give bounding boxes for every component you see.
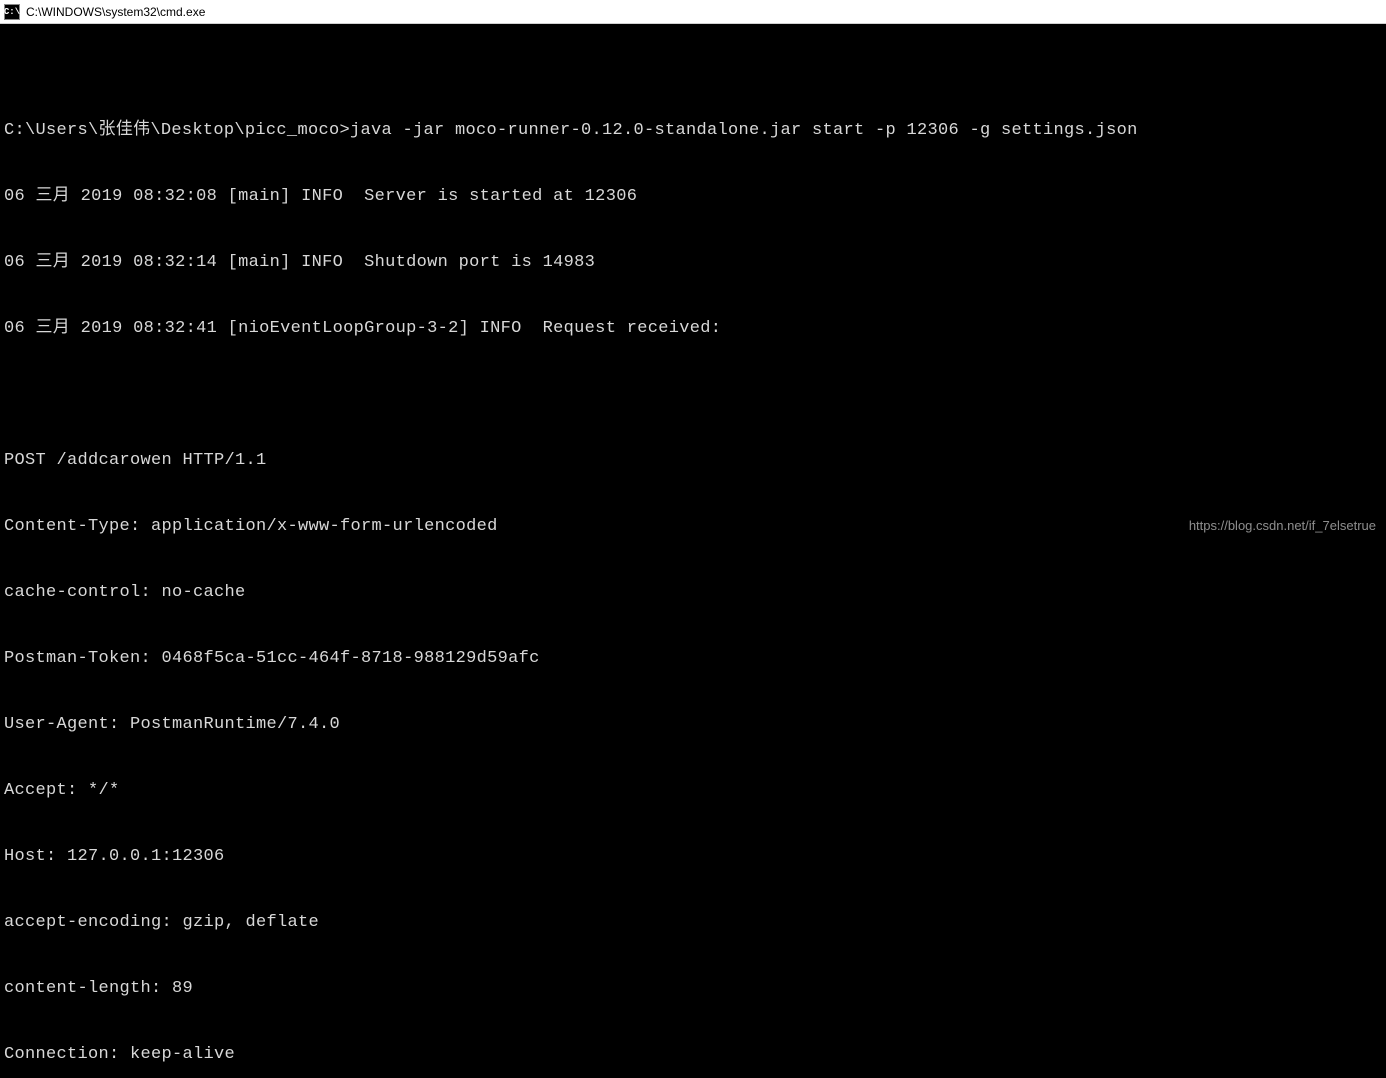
terminal-line: Content-Type: application/x-www-form-url… — [4, 516, 1382, 538]
window-title-bar: C:\ C:\WINDOWS\system32\cmd.exe — [0, 0, 1386, 24]
watermark-text: https://blog.csdn.net/if_7elsetrue — [1189, 518, 1376, 533]
terminal-line: 06 三月 2019 08:32:14 [main] INFO Shutdown… — [4, 252, 1382, 274]
terminal-blank — [4, 384, 1382, 406]
terminal-line: Accept: */* — [4, 780, 1382, 802]
cmd-icon: C:\ — [4, 4, 20, 20]
terminal-line: accept-encoding: gzip, deflate — [4, 912, 1382, 934]
terminal-line: Postman-Token: 0468f5ca-51cc-464f-8718-9… — [4, 648, 1382, 670]
terminal-line: 06 三月 2019 08:32:08 [main] INFO Server i… — [4, 186, 1382, 208]
terminal-line: cache-control: no-cache — [4, 582, 1382, 604]
terminal-line: Host: 127.0.0.1:12306 — [4, 846, 1382, 868]
terminal-line: Connection: keep-alive — [4, 1044, 1382, 1066]
terminal-line: content-length: 89 — [4, 978, 1382, 1000]
terminal-line: 06 三月 2019 08:32:41 [nioEventLoopGroup-3… — [4, 318, 1382, 340]
terminal-line: User-Agent: PostmanRuntime/7.4.0 — [4, 714, 1382, 736]
terminal-output[interactable]: C:\Users\张佳伟\Desktop\picc_moco>java -jar… — [0, 24, 1386, 1078]
window-title: C:\WINDOWS\system32\cmd.exe — [26, 5, 205, 19]
terminal-line: POST /addcarowen HTTP/1.1 — [4, 450, 1382, 472]
terminal-line: C:\Users\张佳伟\Desktop\picc_moco>java -jar… — [4, 120, 1382, 142]
